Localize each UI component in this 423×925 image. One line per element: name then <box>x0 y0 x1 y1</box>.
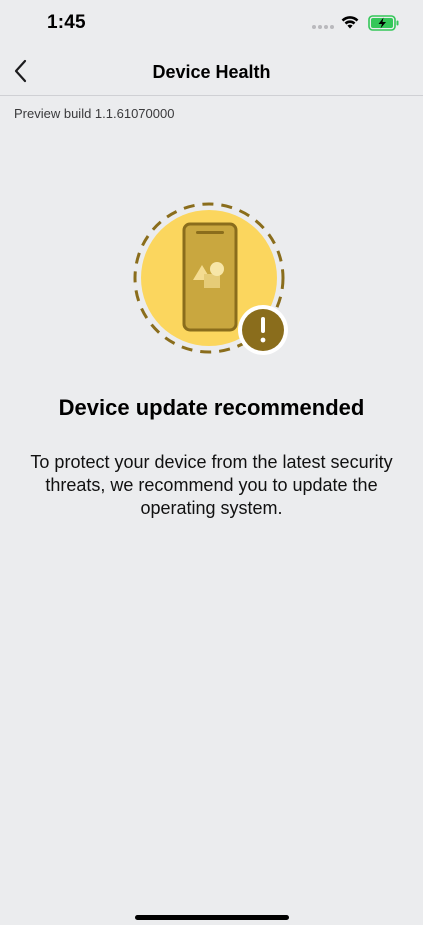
navigation-bar: Device Health <box>0 48 423 96</box>
update-description: To protect your device from the latest s… <box>30 452 393 518</box>
preview-build-label: Preview build 1.1.61070000 <box>14 106 175 121</box>
status-bar: 1:45 <box>0 0 423 48</box>
update-headline: Device update recommended <box>58 395 365 420</box>
wifi-icon <box>341 16 359 29</box>
page-title: Device Health <box>152 62 271 82</box>
home-indicator[interactable] <box>135 915 289 920</box>
status-time: 1:45 <box>47 12 86 33</box>
battery-charging-icon <box>368 15 399 31</box>
phone-warning-illustration <box>132 200 292 360</box>
device-health-screen: 1:45 Device Health Preview build 1.1.610… <box>0 0 423 925</box>
exclamation-icon <box>238 305 288 355</box>
cellular-signal-icon <box>312 25 334 29</box>
